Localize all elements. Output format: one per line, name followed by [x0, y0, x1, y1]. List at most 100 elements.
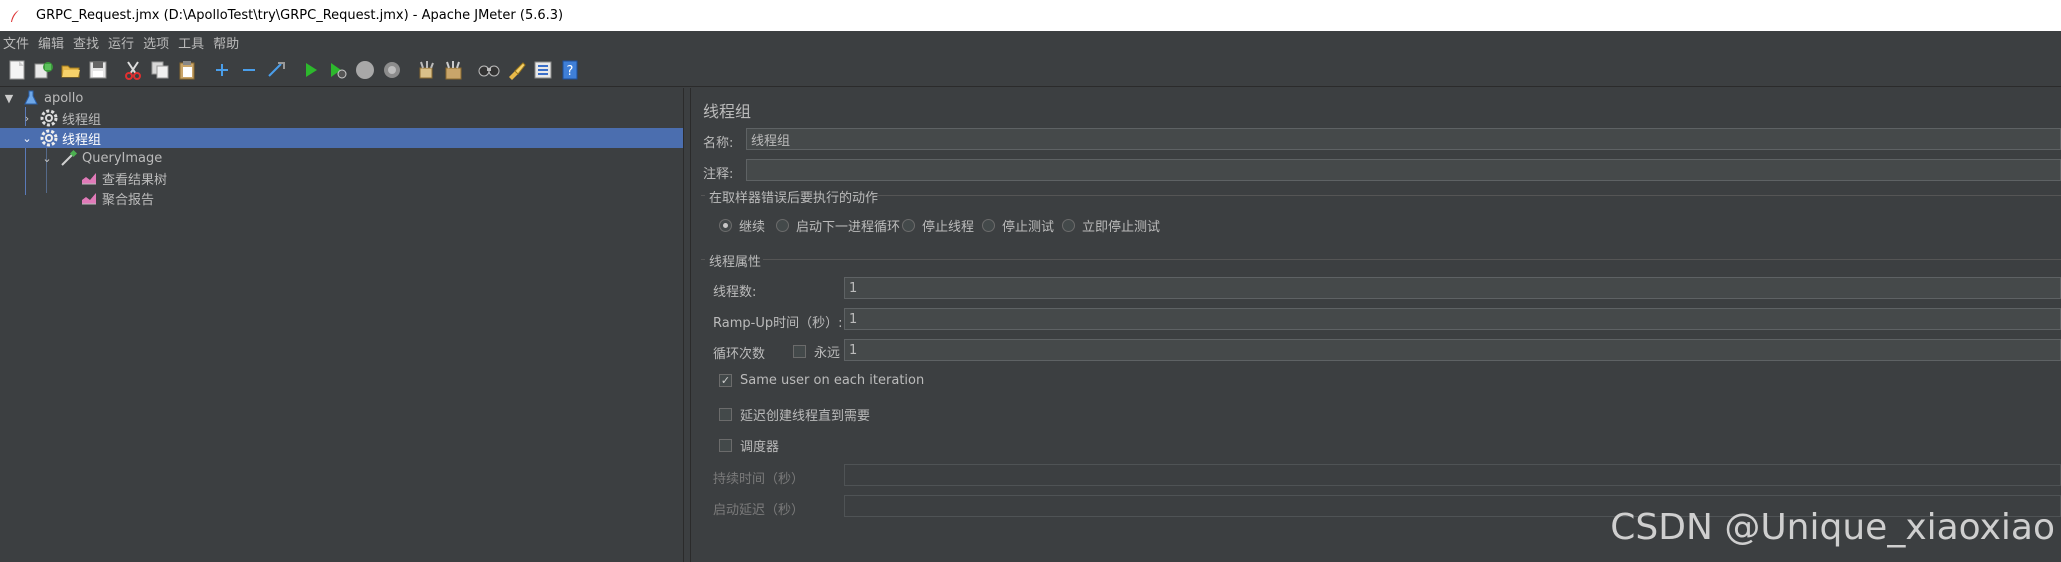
start-icon[interactable]: [299, 57, 323, 83]
tree-node-listener-2[interactable]: 聚合报告: [0, 188, 683, 208]
help-icon[interactable]: ?: [558, 57, 582, 83]
radio-dot[interactable]: [1062, 219, 1075, 232]
function-helper-icon[interactable]: [531, 57, 555, 83]
group-border: [871, 195, 2061, 196]
gear-icon: [40, 109, 58, 127]
templates-icon[interactable]: [32, 57, 56, 83]
name-field[interactable]: 线程组: [746, 128, 2061, 150]
rampup-field[interactable]: 1: [844, 308, 2061, 330]
rampup-label: Ramp-Up时间（秒）:: [713, 316, 843, 331]
threads-field[interactable]: 1: [844, 277, 2061, 299]
cut-icon[interactable]: [121, 57, 145, 83]
paste-icon[interactable]: [175, 57, 199, 83]
radio-dot[interactable]: [982, 219, 995, 232]
tree-node-root[interactable]: ▼ apollo: [0, 88, 683, 108]
chevron-right-icon[interactable]: ›: [20, 112, 34, 125]
checkbox-box[interactable]: [719, 408, 732, 421]
group-border: [701, 195, 705, 196]
radio-stop-test-now[interactable]: 立即停止测试: [1062, 216, 1160, 235]
menu-options[interactable]: 选项: [140, 33, 175, 52]
shutdown-icon[interactable]: [380, 57, 404, 83]
reset-search-icon[interactable]: [504, 57, 528, 83]
loop-label: 循环次数: [713, 347, 766, 362]
jmeter-feather-icon: [8, 9, 22, 23]
tree-node-label: 查看结果树: [102, 172, 168, 188]
loop-count-field[interactable]: 1: [844, 339, 2061, 361]
new-icon[interactable]: [5, 57, 29, 83]
radio-dot[interactable]: [719, 219, 732, 232]
pipette-sampler-icon: [60, 149, 78, 167]
radio-dot[interactable]: [776, 219, 789, 232]
radio-label: 立即停止测试: [1082, 220, 1161, 235]
start-no-pause-icon[interactable]: [326, 57, 350, 83]
menu-run[interactable]: 运行: [105, 33, 140, 52]
thread-group-panel: 线程组 名称: 线程组 注释: 在取样器错误后要执行的动作 继续 启动下一进程循…: [691, 88, 2061, 562]
window-title: GRPC_Request.jmx (D:\ApolloTest\try\GRPC…: [36, 8, 564, 23]
panel-title: 线程组: [703, 102, 752, 121]
menu-edit[interactable]: 编辑: [35, 33, 70, 52]
stop-icon[interactable]: [353, 57, 377, 83]
same-user-checkbox[interactable]: ✓ Same user on each iteration: [719, 373, 924, 388]
toggle-icon[interactable]: [264, 57, 288, 83]
menu-bar: 文件 编辑 查找 运行 选项 工具 帮助: [0, 31, 2061, 53]
collapse-icon[interactable]: [237, 57, 261, 83]
tree-node-label: 线程组: [62, 112, 102, 128]
svg-text:?: ?: [567, 64, 574, 79]
radio-stop-thread[interactable]: 停止线程: [902, 216, 974, 235]
checkmark-icon[interactable]: ✓: [719, 374, 732, 387]
tree-node-label: apollo: [44, 90, 84, 106]
menu-search[interactable]: 查找: [70, 33, 105, 52]
menu-file[interactable]: 文件: [0, 33, 35, 52]
checkbox-label: 永远: [814, 346, 841, 361]
checkbox-box[interactable]: [719, 439, 732, 452]
radio-continue[interactable]: 继续: [719, 216, 765, 235]
chevron-down-icon[interactable]: ▼: [2, 92, 16, 105]
thread-props-group-label: 线程属性: [709, 255, 762, 270]
radio-label: 启动下一进程循环: [796, 220, 901, 235]
radio-dot[interactable]: [902, 219, 915, 232]
tree-node-thread-group-1[interactable]: › 线程组: [0, 108, 683, 128]
threads-label: 线程数:: [713, 285, 757, 300]
name-label: 名称:: [703, 136, 734, 151]
radio-stop-test[interactable]: 停止测试: [982, 216, 1054, 235]
test-plan-flask-icon: [22, 89, 40, 107]
gear-icon: [40, 129, 58, 147]
checkbox-label: 延迟创建线程直到需要: [740, 409, 871, 424]
copy-icon[interactable]: [148, 57, 172, 83]
chart-listener-icon: [80, 169, 98, 187]
comment-field[interactable]: [746, 159, 2061, 181]
open-icon[interactable]: [59, 57, 83, 83]
group-border: [701, 259, 705, 260]
chevron-down-icon[interactable]: ⌄: [20, 132, 34, 145]
chart-listener-icon: [80, 189, 98, 207]
checkbox-box[interactable]: [793, 345, 806, 358]
menu-help[interactable]: 帮助: [210, 33, 245, 52]
watermark: CSDN @Unique_xiaoxiao: [1610, 507, 2055, 548]
tree-node-listener-1[interactable]: 查看结果树: [0, 168, 683, 188]
panel-splitter[interactable]: [683, 88, 691, 562]
clear-all-icon[interactable]: [442, 57, 466, 83]
duration-field: [844, 464, 2061, 486]
comment-label: 注释:: [703, 167, 734, 182]
search-icon[interactable]: [477, 57, 501, 83]
window-titlebar: GRPC_Request.jmx (D:\ApolloTest\try\GRPC…: [0, 0, 2061, 31]
clear-icon[interactable]: [415, 57, 439, 83]
scheduler-checkbox[interactable]: 调度器: [719, 436, 779, 455]
save-icon[interactable]: [86, 57, 110, 83]
group-border: [763, 259, 2061, 260]
radio-label: 停止线程: [922, 220, 975, 235]
forever-checkbox[interactable]: 永远: [793, 342, 840, 361]
expand-icon[interactable]: [210, 57, 234, 83]
delay-create-checkbox[interactable]: 延迟创建线程直到需要: [719, 405, 870, 424]
radio-start-next-loop[interactable]: 启动下一进程循环: [776, 216, 900, 235]
tree-node-thread-group-2[interactable]: ⌄ 线程组: [0, 128, 683, 148]
radio-label: 停止测试: [1002, 220, 1055, 235]
radio-label: 继续: [739, 220, 766, 235]
tree-node-sampler[interactable]: ⌄ QueryImage: [0, 148, 683, 168]
toolbar: ?: [0, 53, 2061, 87]
checkbox-label: Same user on each iteration: [740, 373, 925, 388]
tree-node-label: 线程组: [62, 132, 102, 148]
chevron-down-icon[interactable]: ⌄: [40, 152, 54, 165]
menu-tools[interactable]: 工具: [175, 33, 210, 52]
tree-node-label: QueryImage: [82, 150, 163, 166]
